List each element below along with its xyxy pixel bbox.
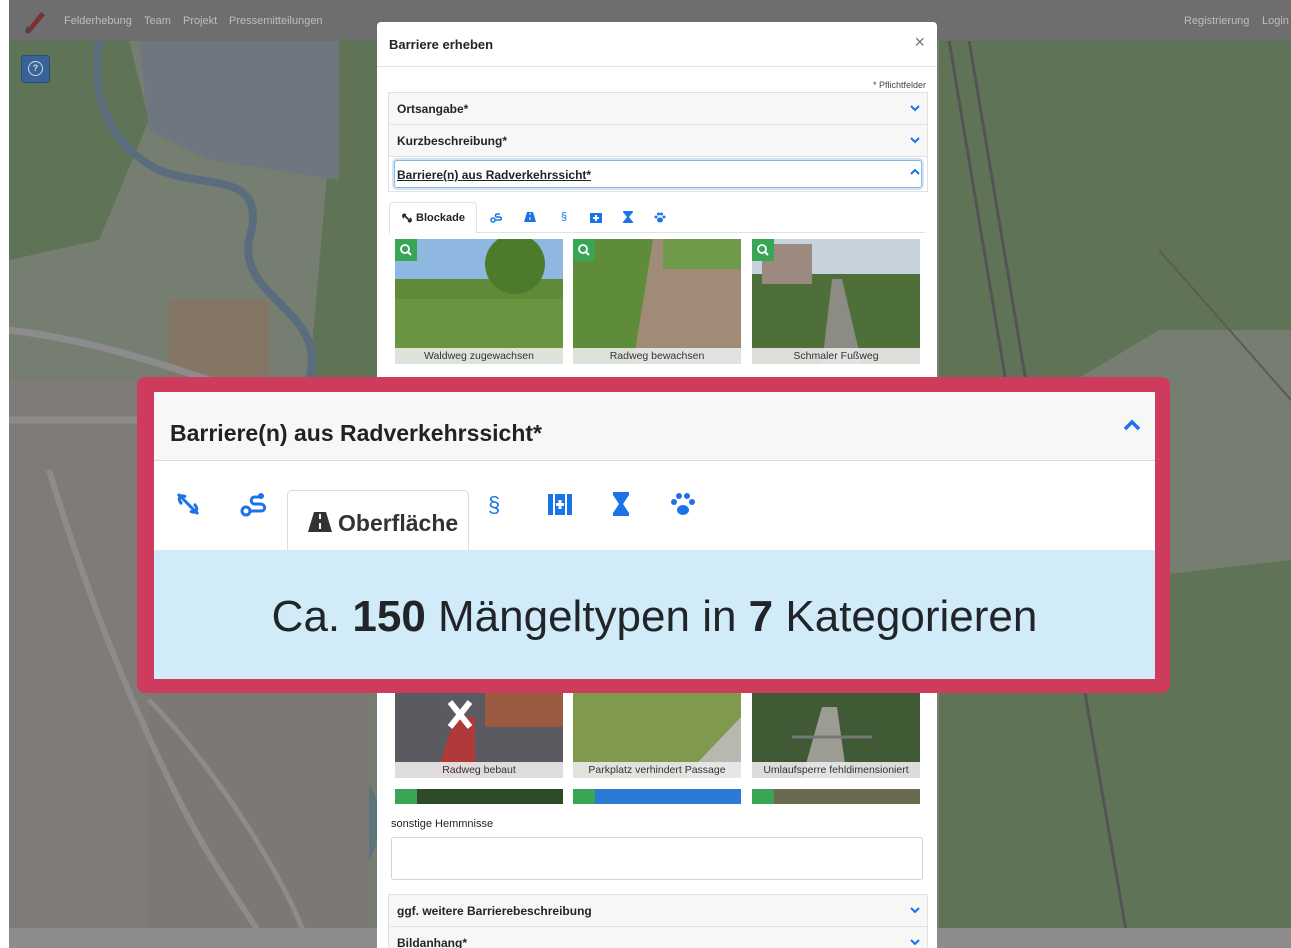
chevron-down-icon (910, 137, 920, 144)
zoom-icon[interactable] (573, 789, 595, 804)
tile-caption: Parkplatz verhindert Passage (573, 762, 741, 778)
accordion-ortsangabe[interactable]: Ortsangabe* (388, 92, 928, 125)
tab-time[interactable] (617, 202, 639, 232)
page-margin (0, 0, 9, 948)
nav-link-projekt[interactable]: Projekt (183, 15, 217, 27)
tab-animals[interactable] (649, 202, 671, 232)
zoom-icon[interactable] (752, 789, 774, 804)
tab-route[interactable] (485, 202, 507, 232)
paragraph-icon: § (488, 492, 501, 517)
nav-link-team[interactable]: Team (144, 15, 171, 27)
chevron-down-icon (910, 939, 920, 946)
sonstige-textarea[interactable] (391, 837, 923, 880)
nav-link-registrierung[interactable]: Registrierung (1184, 15, 1249, 27)
paragraph-icon: § (560, 211, 568, 223)
road-icon (524, 212, 536, 222)
sonstige-label: sonstige Hemmnisse (391, 818, 494, 830)
message-mid: Mängeltypen in (425, 592, 749, 641)
modal-title: Barriere erheben (389, 37, 494, 52)
tile-photo (752, 239, 920, 364)
tile-photo (752, 789, 920, 804)
paw-icon (654, 212, 666, 222)
barrier-tile[interactable]: Radweg bewachsen (573, 239, 741, 364)
chevron-up-icon (1123, 419, 1141, 431)
tile-caption: Radweg bebaut (395, 762, 563, 778)
accordion-kurzbeschreibung[interactable]: Kurzbeschreibung* (388, 124, 928, 157)
accordion-label: Kurzbeschreibung* (397, 134, 508, 148)
callout-message: Ca. 150 Mängeltypen in 7 Kategorieren (154, 592, 1155, 642)
tile-caption: Radweg bewachsen (573, 348, 741, 364)
callout-tab-oberflaeche[interactable]: Oberfläche (287, 490, 469, 551)
message-prefix: Ca. (271, 592, 353, 641)
tile-caption: Schmaler Fußweg (752, 348, 920, 364)
zoom-callout: Barriere(n) aus Radverkehrssicht* Oberfl… (137, 377, 1170, 693)
accordion-label: Bildanhang* (397, 936, 468, 948)
tab-surface[interactable] (519, 202, 541, 232)
count-categories: 7 (748, 592, 774, 641)
barrier-tile[interactable]: Waldweg zugewachsen (395, 239, 563, 364)
help-button[interactable]: ? (21, 55, 50, 83)
tab-blockade[interactable]: Blockade (389, 202, 477, 234)
callout-banner: Ca. 150 Mängeltypen in 7 Kategorieren (154, 550, 1155, 679)
tab-paragraph[interactable]: § (553, 202, 575, 232)
close-button[interactable]: × (914, 32, 925, 53)
chevron-up-icon (910, 168, 920, 175)
tile-caption: Umlaufsperre fehldimensioniert (752, 762, 920, 778)
callout-accordion-header: Barriere(n) aus Radverkehrssicht* (154, 392, 1155, 461)
barrier-tile[interactable] (752, 789, 920, 804)
accordion-label: Ortsangabe* (397, 102, 469, 116)
zoom-icon[interactable] (573, 239, 595, 261)
zoom-icon[interactable] (395, 789, 417, 804)
unlink-icon (402, 213, 412, 223)
category-tabs: Blockade § (389, 202, 925, 234)
pencil-logo-icon[interactable] (23, 8, 47, 34)
first-aid-icon (590, 212, 602, 223)
nav-link-felderhebung[interactable]: Felderhebung (64, 15, 132, 27)
callout-title: Barriere(n) aus Radverkehrssicht* (170, 420, 542, 446)
route-icon (490, 213, 502, 223)
accordion-weitere[interactable]: ggf. weitere Barrierebeschreibung (388, 894, 928, 927)
modal-header: Barriere erheben × (377, 22, 937, 67)
road-icon (308, 512, 332, 532)
callout-tab-label: Oberfläche (338, 510, 459, 536)
paw-icon (671, 493, 695, 515)
message-suffix: Kategorieren (773, 592, 1038, 641)
hourglass-icon (623, 211, 633, 223)
tile-caption: Waldweg zugewachsen (395, 348, 563, 364)
accordion-label: ggf. weitere Barrierebeschreibung (397, 904, 592, 918)
barrier-tile[interactable] (573, 789, 741, 804)
question-circle-icon: ? (28, 61, 43, 76)
required-note: * Pflichtfelder (872, 80, 926, 90)
route-icon (240, 493, 267, 517)
tile-photo (395, 239, 563, 364)
callout-tabs: Oberfläche § (154, 461, 1155, 551)
tile-photo (395, 789, 563, 804)
nav-link-login[interactable]: Login (1262, 15, 1289, 27)
nav-link-pressemitteilungen[interactable]: Pressemitteilungen (229, 15, 323, 27)
accordion-barrieren[interactable]: Barriere(n) aus Radverkehrssicht* (388, 156, 928, 192)
unlink-icon (176, 492, 200, 516)
tab-first-aid[interactable] (585, 202, 607, 232)
chevron-down-icon (910, 907, 920, 914)
first-aid-icon (548, 494, 572, 515)
accordion-bildanhang[interactable]: Bildanhang* (388, 926, 928, 948)
tile-photo (573, 789, 741, 804)
callout-content: Barriere(n) aus Radverkehrssicht* Oberfl… (154, 392, 1155, 679)
zoom-icon[interactable] (752, 239, 774, 261)
barrier-tile[interactable]: Radweg bebaut (395, 687, 563, 778)
barrier-tile[interactable] (395, 789, 563, 804)
accordion-label: Barriere(n) aus Radverkehrssicht* (397, 168, 592, 182)
barrier-tile[interactable]: Parkplatz verhindert Passage (573, 687, 741, 778)
tab-label: Blockade (416, 212, 465, 224)
zoom-icon[interactable] (395, 239, 417, 261)
hourglass-icon (613, 492, 629, 516)
tile-photo (573, 239, 741, 364)
count-types: 150 (352, 592, 426, 641)
barrier-tile[interactable]: Umlaufsperre fehldimensioniert (752, 687, 920, 778)
barrier-tile[interactable]: Schmaler Fußweg (752, 239, 920, 364)
chevron-down-icon (910, 105, 920, 112)
